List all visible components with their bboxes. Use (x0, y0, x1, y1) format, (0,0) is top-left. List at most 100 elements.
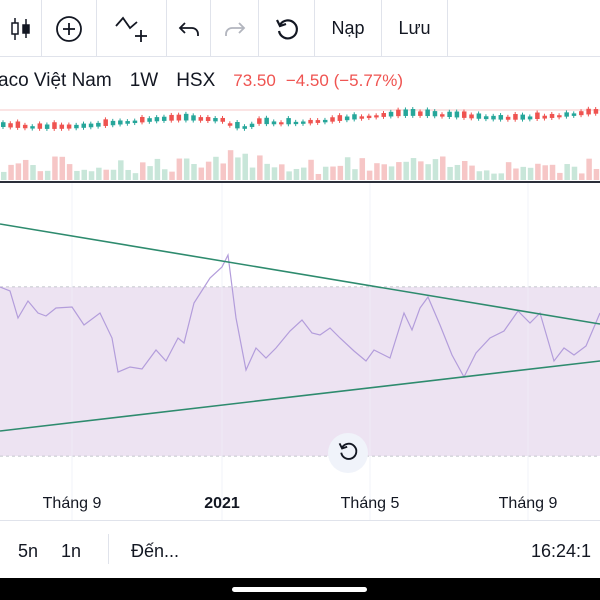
candle-body (242, 126, 247, 129)
candle-body (418, 111, 423, 116)
volume-bar (88, 171, 95, 180)
candle-body (593, 109, 599, 114)
volume-bar (118, 160, 124, 180)
chart-toolbar: Nạp Lưu (0, 0, 600, 57)
candle-body (37, 123, 43, 129)
add-indicator-button[interactable] (42, 0, 97, 57)
volume-bar (513, 168, 519, 180)
volume-bar (388, 166, 395, 180)
candle-body (440, 114, 445, 117)
volume-bar (183, 158, 190, 180)
last-price: 73.50 (233, 71, 276, 90)
time-axis[interactable]: Tháng 9 2021 Tháng 5 Tháng 9 (0, 490, 600, 520)
volume-bar (176, 158, 183, 180)
price-pane[interactable] (0, 96, 600, 182)
candle-body (52, 122, 57, 129)
volume-bar (410, 158, 417, 180)
redo-button[interactable] (211, 0, 259, 57)
candle-body (183, 113, 189, 121)
volume-bar (308, 159, 314, 180)
candle-body (454, 111, 460, 118)
volume-bar (205, 161, 212, 180)
candle-body (396, 109, 401, 117)
volume-bar (264, 163, 270, 180)
indicators-button[interactable] (97, 0, 167, 57)
candle-body (579, 111, 584, 116)
candle-body (337, 115, 343, 121)
candle-body (293, 121, 299, 125)
candle-body (505, 116, 511, 120)
volume-bar (110, 169, 117, 180)
candle-body (352, 114, 357, 120)
volume-bar (154, 158, 161, 180)
candle-body (308, 119, 313, 124)
candle-body (535, 112, 540, 120)
candle-body (447, 111, 452, 117)
candle-body (527, 116, 533, 120)
range-5y-button[interactable]: 5n (18, 541, 38, 562)
symbol-legend[interactable]: aco Việt Nam 1W HSX 73.50 −4.50 (−5.77%) (0, 66, 403, 96)
candle-body (557, 115, 562, 118)
volume-bar (469, 165, 475, 180)
candle-body (30, 126, 35, 129)
volume-bar (147, 166, 153, 180)
volume-bar (59, 156, 66, 180)
volume-bar (279, 164, 285, 180)
reload-button[interactable] (259, 0, 315, 57)
candle-body (88, 123, 94, 128)
volume-bar (579, 173, 585, 180)
candle-body (103, 119, 108, 126)
candle-body (264, 117, 269, 125)
candle-body (286, 118, 291, 125)
candle-body (227, 123, 233, 126)
volume-bar (161, 169, 168, 180)
chart-type-button[interactable] (0, 0, 42, 57)
home-gesture-handle[interactable] (232, 587, 367, 592)
rsi-pane[interactable] (0, 183, 600, 520)
volume-bar (1, 171, 7, 180)
candle-body (359, 116, 365, 119)
candle-body (301, 121, 306, 124)
candle-body (498, 115, 504, 120)
candle-body (586, 108, 591, 115)
volume-bar (586, 158, 592, 180)
volume-bar (418, 161, 424, 180)
time-label: Tháng 9 (498, 495, 558, 512)
candle-body (520, 114, 526, 120)
candle-body (571, 113, 577, 116)
candle-body (476, 113, 482, 119)
volume-bar (242, 153, 248, 180)
volume-bar (476, 171, 483, 180)
range-1y-button[interactable]: 1n (61, 541, 81, 562)
volume-bar (30, 165, 36, 180)
candle-body (513, 114, 518, 120)
volume-bar (505, 162, 512, 180)
save-layout-button[interactable]: Lưu (382, 0, 448, 57)
candle-body (66, 124, 72, 129)
candle-body (1, 122, 6, 127)
load-layout-button[interactable]: Nạp (315, 0, 382, 57)
indicator-wave-plus-icon (114, 14, 150, 44)
candle-body (344, 116, 350, 121)
undo-button[interactable] (167, 0, 211, 57)
volume-bar (461, 161, 468, 180)
volume-bar (549, 164, 556, 180)
volume-bar (125, 169, 131, 180)
rotate-ccw-icon (337, 440, 359, 467)
volume-bar (322, 166, 329, 180)
candle-body (140, 116, 145, 123)
candle-body (81, 123, 86, 128)
candle-body (257, 118, 262, 124)
reset-chart-button[interactable] (328, 433, 368, 473)
undo-icon (177, 19, 201, 39)
volume-bar (37, 171, 44, 180)
volume-bar (593, 168, 600, 180)
candle-body (403, 109, 408, 116)
volume-bar (330, 166, 336, 180)
plus-circle-icon (55, 15, 83, 43)
goto-date-button[interactable]: Đến... (131, 541, 179, 562)
volume-bar (315, 173, 322, 180)
candle-body (118, 120, 123, 125)
volume-bar (103, 169, 109, 180)
volume-bar (96, 167, 102, 180)
